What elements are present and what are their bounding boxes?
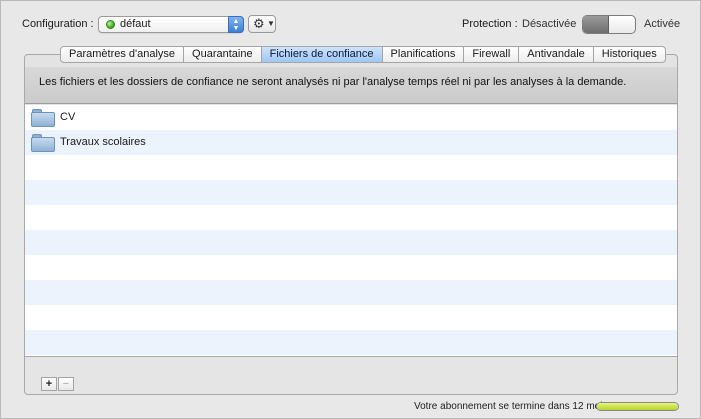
subscription-status-text: Votre abonnement se termine dans 12 mois [414, 401, 608, 412]
list-actions-bar: + − [25, 358, 677, 394]
protection-label: Protection : [462, 18, 518, 30]
folder-icon [31, 109, 55, 127]
subscription-progress-fill [597, 403, 678, 410]
protection-toggle[interactable] [582, 15, 636, 34]
list-item[interactable]: CV [25, 105, 677, 130]
item-name: Travaux scolaires [60, 136, 146, 148]
select-arrows-icon: ▲ ▼ [228, 16, 244, 33]
configuration-select[interactable]: défaut ▲ ▼ [98, 16, 244, 33]
tab-antivandale[interactable]: Antivandale [519, 47, 594, 62]
toggle-knob[interactable] [583, 16, 609, 33]
tab-fichiers-de-confiance[interactable]: Fichiers de confiance [261, 47, 383, 62]
remove-button[interactable]: − [58, 377, 74, 391]
toolbar: Configuration : défaut ▲ ▼ ⚙ ▼ Protection… [1, 1, 700, 45]
configuration-value: défaut [120, 18, 151, 30]
trusted-files-panel: Les fichiers et les dossiers de confianc… [24, 54, 678, 395]
subscription-progress-bar [596, 402, 679, 411]
tab-planifications[interactable]: Planifications [383, 47, 465, 62]
info-bar: Les fichiers et les dossiers de confianc… [25, 67, 677, 104]
configuration-label: Configuration : [22, 18, 94, 30]
add-button[interactable]: + [41, 377, 57, 391]
list-item[interactable]: Travaux scolaires [25, 130, 677, 155]
tab-parametres-analyse[interactable]: Paramètres d'analyse [61, 47, 185, 62]
tab-historiques[interactable]: Historiques [594, 47, 665, 62]
gear-menu-button[interactable]: ⚙ ▼ [248, 15, 276, 33]
info-text: Les fichiers et les dossiers de confianc… [39, 76, 627, 88]
tab-bar: Paramètres d'analyse Quarantaine Fichier… [60, 46, 666, 63]
trusted-items-list[interactable]: CV Travaux scolaires [25, 105, 677, 357]
chevron-down-icon: ▼ [267, 19, 275, 28]
protection-off-label: Désactivée [522, 18, 577, 30]
protection-on-label: Activée [644, 18, 681, 30]
folder-icon [31, 134, 55, 152]
preferences-window: Configuration : défaut ▲ ▼ ⚙ ▼ Protection… [0, 0, 701, 419]
gear-icon: ⚙ [253, 16, 265, 31]
item-name: CV [60, 111, 76, 123]
status-dot-icon [106, 20, 115, 29]
tab-quarantaine[interactable]: Quarantaine [184, 47, 262, 62]
tab-firewall[interactable]: Firewall [464, 47, 520, 62]
